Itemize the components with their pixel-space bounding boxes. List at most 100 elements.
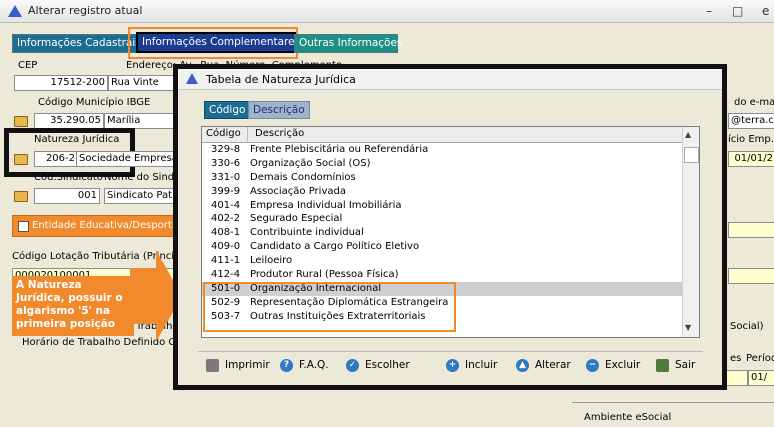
tab-informacoes-cadastrais[interactable]: Informações Cadastrais xyxy=(12,34,141,53)
cep-input[interactable]: 17512-200 xyxy=(14,75,108,91)
natureza-code-input[interactable]: 206-2 xyxy=(34,151,78,167)
faq-button[interactable]: ? F.A.Q. xyxy=(280,357,329,373)
row-description: Organização Social (OS) xyxy=(250,157,371,169)
row-code: 331-0 xyxy=(211,171,241,183)
dialog-title: Tabela de Natureza Jurídica xyxy=(206,73,356,86)
escolher-label: Escolher xyxy=(365,359,410,371)
es-label: es xyxy=(730,353,742,364)
row-code: 401-4 xyxy=(211,199,241,211)
row-description: Produtor Rural (Pessoa Física) xyxy=(250,269,399,281)
entidade-label: Entidade Educativa/Desportiva xyxy=(32,220,187,231)
app-logo-icon xyxy=(8,5,22,17)
dialog-tab-descricao[interactable]: Descrição xyxy=(248,101,310,119)
scroll-thumb[interactable] xyxy=(684,147,699,163)
periodo-label: Períod xyxy=(746,353,774,364)
row-description: Frente Plebiscitária ou Referendária xyxy=(250,144,429,155)
entidade-educativa-checkbox-row[interactable]: Entidade Educativa/Desportiva xyxy=(12,215,187,237)
table-row[interactable]: 409-0 Candidato a Cargo Político Eletivo xyxy=(202,240,699,254)
excluir-label: Excluir xyxy=(605,359,641,371)
row-code: 329-8 xyxy=(211,144,241,155)
close-button[interactable]: e xyxy=(762,4,769,18)
natureza-juridica-dialog: Tabela de Natureza Jurídica Código Descr… xyxy=(178,69,722,385)
sair-button[interactable]: Sair xyxy=(656,357,695,373)
table-row[interactable]: 402-2 Segurado Especial xyxy=(202,212,699,226)
cep-label: CEP xyxy=(18,60,38,71)
natureza-juridica-label: Natureza Jurídica xyxy=(34,134,120,145)
imprimir-button[interactable]: Imprimir xyxy=(206,357,270,373)
table-row[interactable]: 401-4 Empresa Individual Imobiliária xyxy=(202,199,699,213)
table-row[interactable]: 399-9 Associação Privada xyxy=(202,185,699,199)
row-description: Candidato a Cargo Político Eletivo xyxy=(250,241,420,253)
faq-label: F.A.Q. xyxy=(299,359,329,371)
right-yellow-field[interactable] xyxy=(728,222,774,238)
column-header-descricao[interactable]: Descrição xyxy=(255,128,304,139)
table-row[interactable]: 329-8 Frente Plebiscitária ou Referendári… xyxy=(202,143,699,157)
table-row[interactable]: 412-4 Produtor Rural (Pessoa Física) xyxy=(202,268,699,282)
scroll-down-icon[interactable]: ▼ xyxy=(685,323,691,332)
excluir-button[interactable]: − Excluir xyxy=(586,357,640,373)
alterar-button[interactable]: ▲ Alterar xyxy=(516,357,571,373)
row-code: 402-2 xyxy=(211,213,241,225)
ambiente-esocial-label: Ambiente eSocial xyxy=(584,412,672,423)
folder-icon[interactable] xyxy=(14,116,28,127)
codigo-municipio-input[interactable]: 35.290.05 xyxy=(34,113,104,129)
window-title: Alterar registro atual xyxy=(28,4,143,17)
sindicato-name-input[interactable]: Sindicato Patronal xyxy=(104,188,184,204)
highlight-rows-box xyxy=(203,282,456,332)
sindicato-code-input[interactable]: 001 xyxy=(34,188,100,204)
column-divider xyxy=(247,127,248,142)
help-icon: ? xyxy=(280,358,293,372)
maximize-button[interactable]: □ xyxy=(732,4,743,18)
table-row[interactable]: 411-1 Leiloeiro xyxy=(202,254,699,268)
folder-icon[interactable] xyxy=(14,191,28,202)
table-row[interactable]: 330-6 Organização Social (OS) xyxy=(202,157,699,171)
annotation-callout: A Natureza Jurídica, possuir o algarismo… xyxy=(12,276,134,336)
column-header-codigo[interactable]: Código xyxy=(206,128,241,139)
table-header: Código Descrição xyxy=(202,127,699,143)
natureza-desc-input[interactable]: Sociedade Empresária xyxy=(76,151,182,167)
row-description: Associação Privada xyxy=(250,185,346,197)
inicio-emp-label: ício Emp. xyxy=(728,134,774,145)
row-code: 411-1 xyxy=(211,255,241,267)
folder-icon[interactable] xyxy=(14,154,28,165)
municipio-input[interactable]: Marília xyxy=(104,113,184,129)
minus-icon: − xyxy=(586,358,599,372)
row-code: 399-9 xyxy=(211,185,241,197)
row-code: 330-6 xyxy=(211,157,241,169)
alterar-label: Alterar xyxy=(535,359,571,371)
table-scrollbar[interactable]: ▲ ▼ xyxy=(682,127,699,337)
row-description: Leiloeiro xyxy=(250,255,293,267)
entidade-checkbox[interactable] xyxy=(18,221,29,232)
inicio-date-input[interactable]: 01/01/2 xyxy=(728,151,774,167)
scroll-up-icon[interactable]: ▲ xyxy=(685,130,691,139)
table-row[interactable]: 331-0 Demais Condomínios xyxy=(202,171,699,185)
table-row[interactable]: 408-1 Contribuinte individual xyxy=(202,226,699,240)
escolher-button[interactable]: ✓ Escolher xyxy=(346,357,410,373)
dialog-logo-icon xyxy=(186,73,198,84)
email-label: do e-mai xyxy=(734,97,774,108)
tab-outras-informacoes[interactable]: Outras Informações xyxy=(294,34,402,53)
es-input[interactable] xyxy=(726,370,748,386)
toolbar-divider xyxy=(198,351,703,352)
email-input[interactable]: @terra.com xyxy=(728,113,774,129)
divider xyxy=(572,402,774,403)
incluir-label: Incluir xyxy=(465,359,498,371)
edit-icon: ▲ xyxy=(516,358,529,372)
periodo-input[interactable]: 01/ xyxy=(748,370,774,386)
sair-label: Sair xyxy=(675,359,696,371)
tab-informacoes-complementares[interactable]: Informações Complementares xyxy=(136,32,300,53)
incluir-button[interactable]: + Incluir xyxy=(446,357,497,373)
row-description: Segurado Especial xyxy=(250,213,343,225)
esocial-label: Social) xyxy=(730,321,764,332)
plus-icon: + xyxy=(446,358,459,372)
row-code: 408-1 xyxy=(211,227,241,239)
row-description: Contribuinte individual xyxy=(250,227,364,239)
codigo-municipio-label: Código Município IBGE xyxy=(38,97,151,108)
row-code: 412-4 xyxy=(211,269,241,281)
row-description: Demais Condomínios xyxy=(250,171,356,183)
minimize-button[interactable]: – xyxy=(706,4,712,18)
row-code: 409-0 xyxy=(211,241,241,253)
right-yellow-field-2[interactable] xyxy=(728,268,774,284)
dialog-tab-codigo[interactable]: Código xyxy=(204,101,251,119)
dialog-title-bar: Tabela de Natureza Jurídica xyxy=(178,69,722,90)
